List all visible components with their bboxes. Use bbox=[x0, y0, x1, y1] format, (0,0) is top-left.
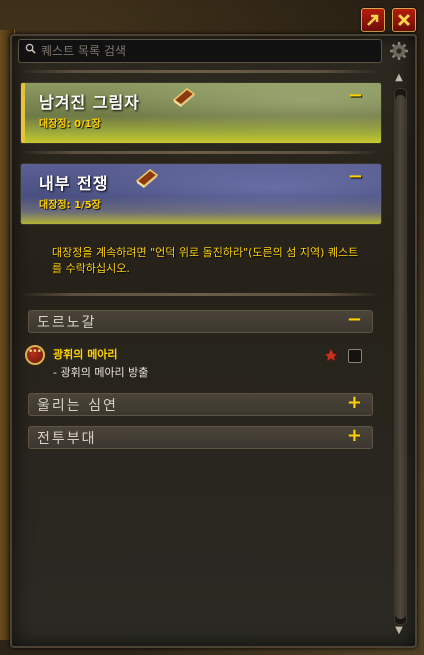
collapse-toggle[interactable]: − bbox=[348, 166, 363, 187]
campaign-progress: 대장정: 0/1장 bbox=[39, 119, 101, 130]
zone-header-dornogal[interactable]: 도르노갈 − bbox=[28, 309, 373, 333]
scrollbar-track[interactable] bbox=[394, 88, 407, 625]
zone-header-ringing-deeps[interactable]: 울리는 심연 + bbox=[28, 392, 373, 416]
scroll-down-button[interactable]: ▼ bbox=[392, 626, 406, 636]
expand-toggle[interactable]: + bbox=[347, 392, 362, 413]
book-icon bbox=[135, 169, 159, 188]
campaign-quest-icon bbox=[25, 345, 45, 365]
quest-search-box[interactable] bbox=[18, 39, 382, 63]
campaign-card-war-within[interactable]: 내부 전쟁 대장정: 1/5장 − bbox=[20, 163, 382, 225]
expand-button[interactable] bbox=[361, 8, 385, 32]
search-icon bbox=[25, 43, 36, 54]
arrow-up-right-icon bbox=[367, 14, 379, 26]
zone-label: 전투부대 bbox=[37, 431, 97, 447]
scroll-up-button[interactable]: ▲ bbox=[392, 73, 406, 83]
campaign-title: 내부 전쟁 bbox=[39, 174, 109, 193]
campaign-card-shadows-left-behind[interactable]: 남겨진 그림자 대장정: 0/1장 − bbox=[20, 82, 382, 144]
gear-icon[interactable] bbox=[389, 41, 409, 61]
campaign-progress: 대장정: 1/5장 bbox=[39, 200, 101, 211]
search-input[interactable] bbox=[41, 40, 371, 62]
zone-label: 울리는 심연 bbox=[37, 398, 118, 414]
collapse-toggle[interactable]: − bbox=[347, 309, 362, 330]
zone-label: 도르노갈 bbox=[37, 315, 97, 331]
collapse-toggle[interactable]: − bbox=[348, 85, 363, 106]
track-quest-checkbox[interactable] bbox=[348, 349, 362, 363]
section-divider bbox=[20, 293, 380, 296]
campaign-highlight bbox=[21, 83, 25, 143]
close-icon bbox=[397, 13, 411, 27]
campaign-title: 남겨진 그림자 bbox=[39, 93, 140, 112]
zone-header-warband[interactable]: 전투부대 + bbox=[28, 425, 373, 449]
quest-title[interactable]: 광휘의 메아리 bbox=[53, 346, 118, 362]
quest-objective: - 광휘의 메아리 방출 bbox=[53, 366, 149, 379]
campaign-hint-text: 대장정을 계속하려면 "언덕 위로 돌진하라"(도른의 섬 지역) 퀘스트를 수… bbox=[52, 246, 359, 275]
section-divider bbox=[20, 70, 380, 73]
scrollbar-thumb[interactable] bbox=[395, 95, 406, 619]
close-button[interactable] bbox=[392, 8, 416, 32]
section-divider bbox=[20, 151, 380, 154]
book-icon bbox=[172, 88, 196, 107]
flame-icon bbox=[324, 348, 338, 362]
expand-toggle[interactable]: + bbox=[347, 425, 362, 446]
